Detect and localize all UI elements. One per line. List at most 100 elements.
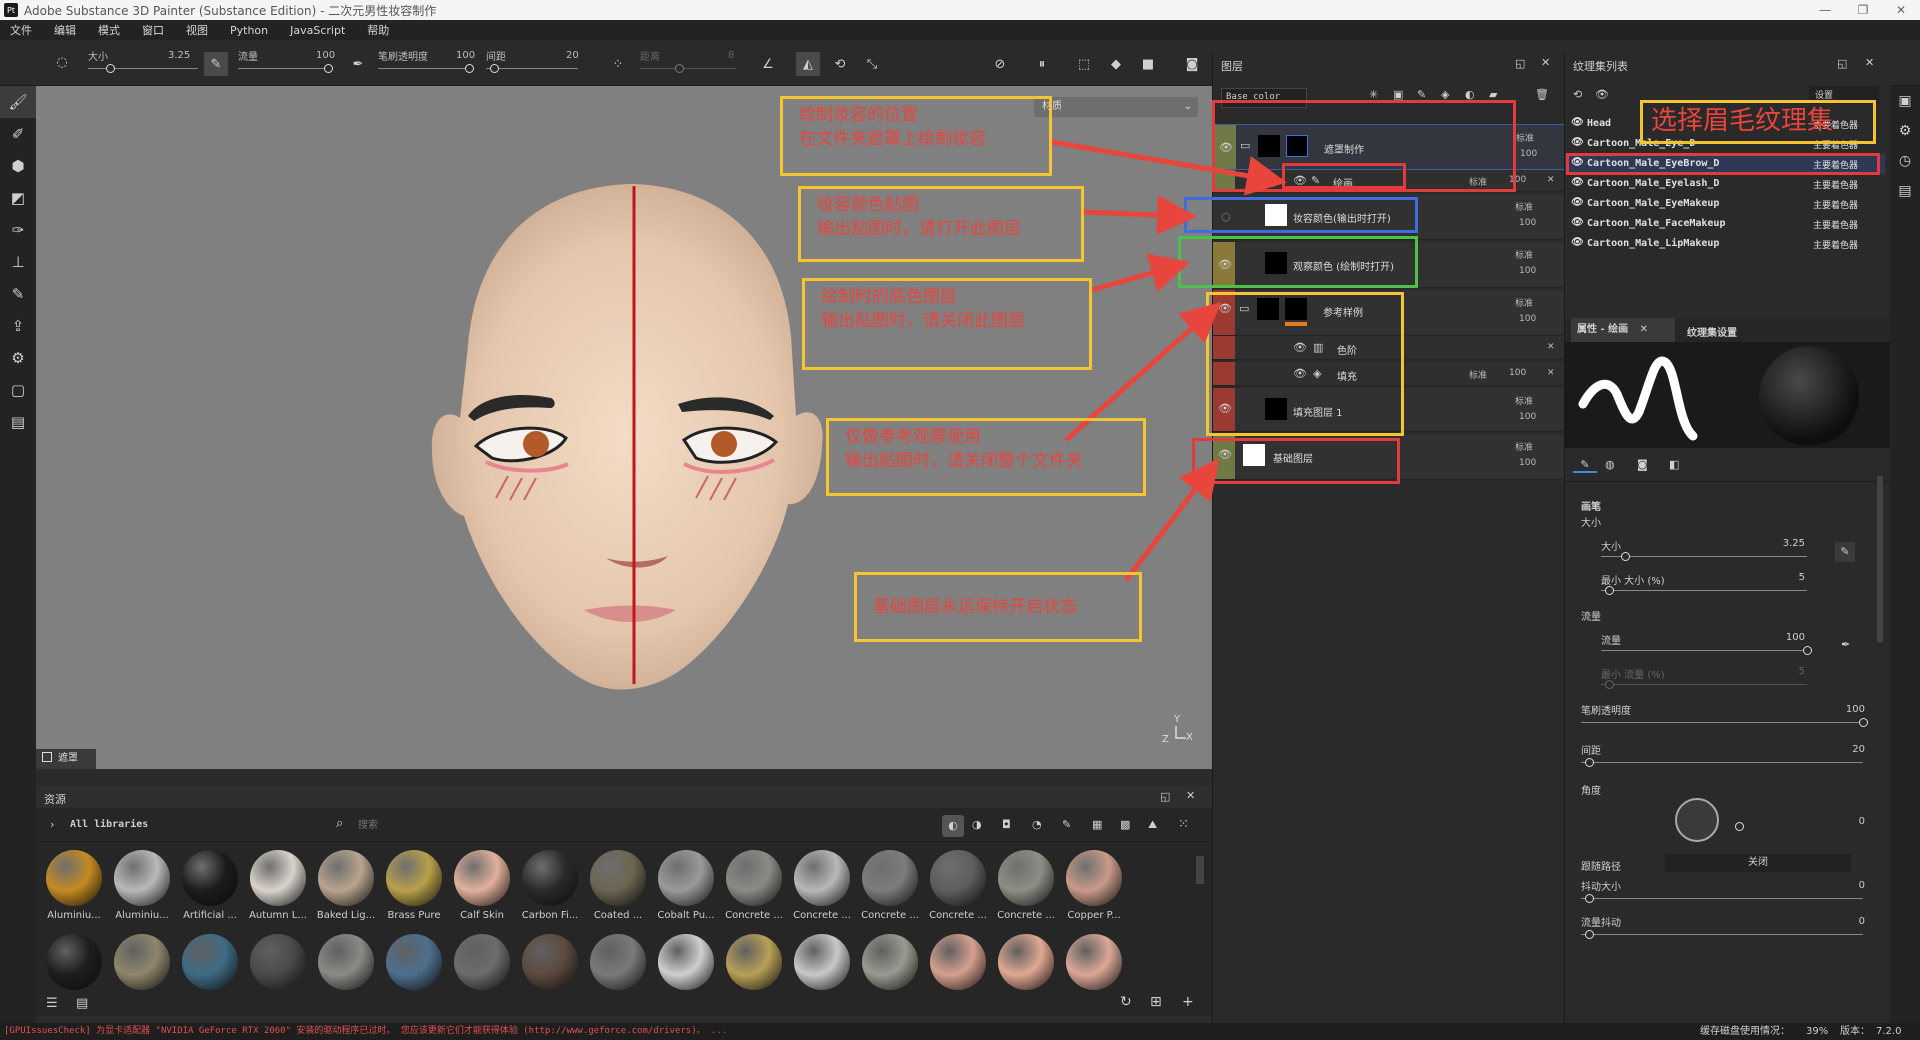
material-thumbnail[interactable] (386, 934, 442, 990)
menu-javascript[interactable]: JavaScript (290, 24, 345, 37)
tab-properties[interactable]: 属性 - 绘画 ✕ (1571, 318, 1675, 342)
texture-set-item[interactable]: 👁 Cartoon_Male_Eyelash_D 主要着色器 (1565, 174, 1885, 194)
projection-icon[interactable]: ⬢ (0, 150, 36, 182)
material-thumbnail[interactable] (998, 934, 1054, 990)
menu-edit[interactable]: 编辑 (54, 22, 76, 38)
remove-icon[interactable]: ✕ (1547, 368, 1555, 378)
texture-set-shader[interactable]: 主要着色器 (1813, 198, 1858, 211)
bake-icon[interactable]: ⚙ (0, 342, 36, 374)
close-window-button[interactable]: ✕ (1882, 0, 1920, 20)
layer-blend-mode[interactable]: 标准 (1515, 440, 1533, 453)
material-thumbnail[interactable] (114, 850, 170, 906)
material-thumbnail[interactable] (658, 934, 714, 990)
close-panel-icon[interactable]: ✕ (1865, 56, 1874, 69)
material-thumbnail[interactable] (862, 850, 918, 906)
smudge-icon[interactable]: ✑ (0, 214, 36, 246)
visibility-toggle-icon[interactable]: ⟲ (1573, 88, 1582, 101)
menu-python[interactable]: Python (230, 24, 268, 37)
material-thumbnail[interactable] (46, 850, 102, 906)
tb-size-slider[interactable] (88, 68, 198, 69)
eraser-icon[interactable]: ✐ (0, 118, 36, 150)
material-thumbnail[interactable] (522, 850, 578, 906)
gpu-warning-text[interactable]: [GPUIssuesCheck] 为显卡适配器 "NVIDIA GeForce … (4, 1023, 727, 1040)
angle-icon[interactable]: ∠ (756, 52, 780, 76)
tb-opacity-knob[interactable] (465, 64, 474, 73)
texture-set-item[interactable]: 👁 Cartoon_Male_EyeMakeup 主要着色器 (1565, 194, 1885, 214)
material-thumbnail[interactable] (590, 850, 646, 906)
screenshot-camera-icon[interactable]: ◙ (1180, 52, 1204, 76)
material-thumbnail[interactable] (1066, 850, 1122, 906)
delete-layer-icon[interactable]: 🗑 (1535, 88, 1549, 101)
list-view-icon[interactable]: ☰ (46, 996, 58, 1011)
symmetry-icon[interactable]: ◭ (796, 52, 820, 76)
eye-icon[interactable]: 👁 (1571, 117, 1584, 128)
material-thumbnail[interactable] (386, 850, 442, 906)
material-thumbnail[interactable] (794, 850, 850, 906)
refresh-icon[interactable]: ↻ (1120, 994, 1132, 1010)
filter-masks-icon[interactable]: ◘ (1002, 818, 1011, 831)
layer-blend-mode[interactable]: 标准 (1515, 200, 1533, 213)
prop-min-size-knob[interactable] (1605, 586, 1614, 595)
material-thumbnail[interactable] (318, 934, 374, 990)
angle-dial[interactable] (1675, 798, 1719, 842)
tb-flow-slider[interactable] (238, 68, 330, 69)
viewport-channel-select[interactable]: 材质 ⌄ (1034, 97, 1198, 117)
remove-icon[interactable]: ✕ (1547, 175, 1555, 185)
video-camera-icon[interactable]: ■ (1136, 52, 1160, 76)
material-thumbnail[interactable] (794, 934, 850, 990)
layer-opacity[interactable]: 100 (1519, 218, 1536, 228)
tb-opacity-slider[interactable] (378, 68, 470, 69)
menu-help[interactable]: 帮助 (367, 22, 389, 38)
filter-textures-icon[interactable]: ▩ (1120, 818, 1130, 831)
tb-size-knob[interactable] (106, 64, 115, 73)
transform-icon[interactable]: ⤡ (860, 52, 884, 76)
close-panel-icon[interactable]: ✕ (1186, 789, 1195, 802)
material-thumbnail[interactable] (930, 934, 986, 990)
cube-icon[interactable]: ◆ (1104, 52, 1128, 76)
camera-frame-icon[interactable]: ⬚ (1072, 52, 1096, 76)
layer-opacity[interactable]: 100 (1519, 458, 1536, 468)
layer-opacity[interactable]: 100 (1520, 149, 1537, 159)
pressure-icon[interactable]: ✒ (346, 52, 370, 76)
prop-spacing-knob[interactable] (1585, 758, 1594, 767)
eye-icon[interactable]: 👁 (1571, 217, 1584, 228)
menu-file[interactable]: 文件 (10, 22, 32, 38)
chevron-right-icon[interactable]: › (50, 818, 54, 831)
material-thumbnail[interactable] (590, 934, 646, 990)
minimize-button[interactable]: — (1806, 0, 1844, 20)
eye-icon[interactable]: 👁 (1571, 197, 1584, 208)
prop-opacity-knob[interactable] (1859, 718, 1868, 727)
layer-blend-mode[interactable]: 标准 (1469, 368, 1487, 381)
material-thumbnail[interactable] (930, 850, 986, 906)
close-tab-icon[interactable]: ✕ (1640, 324, 1648, 335)
texture-set-item[interactable]: 👁 Cartoon_Male_LipMakeup 主要着色器 (1565, 234, 1885, 254)
grid-off-icon[interactable]: ⊘ (988, 52, 1012, 76)
libraries-select[interactable]: All libraries (70, 819, 148, 830)
eye-icon[interactable]: 👁 (1571, 237, 1584, 248)
pause-icon[interactable]: ⏸ (1030, 52, 1054, 76)
mask-toggle[interactable]: 遮罩 (36, 749, 96, 769)
tb-spacing-knob[interactable] (490, 64, 499, 73)
shelf-icon[interactable]: ▤ (76, 996, 88, 1011)
scatter-icon[interactable]: ⁘ (606, 52, 630, 76)
material-thumbnail[interactable] (182, 850, 238, 906)
symmetry-circle-icon[interactable]: ◌ (50, 50, 74, 74)
eye-icon[interactable]: 👁 (1571, 177, 1584, 188)
layer-blend-mode[interactable]: 标准 (1515, 394, 1533, 407)
prop-jitter-size-knob[interactable] (1585, 894, 1594, 903)
filter-alphas-icon[interactable]: ▦ (1092, 818, 1102, 831)
remove-icon[interactable]: ✕ (1547, 342, 1555, 352)
tb-jitter-knob[interactable] (675, 64, 684, 73)
material-thumbnail[interactable] (658, 850, 714, 906)
material-thumbnail[interactable] (726, 850, 782, 906)
texture-set-panel-icon[interactable]: ▣ (1890, 86, 1920, 116)
layer-opacity[interactable]: 100 (1519, 412, 1536, 422)
filter-generators-icon[interactable]: ◔ (1032, 818, 1042, 831)
material-thumbnail[interactable] (114, 934, 170, 990)
float-panel-icon[interactable]: ◱ (1837, 57, 1847, 70)
prop-min-flow-knob[interactable] (1605, 680, 1614, 689)
texture-set-item[interactable]: 👁 Cartoon_Male_FaceMakeup 主要着色器 (1565, 214, 1885, 234)
prop-size-knob[interactable] (1621, 552, 1630, 561)
document-icon[interactable]: ▤ (0, 406, 36, 438)
material-thumbnail[interactable] (318, 850, 374, 906)
